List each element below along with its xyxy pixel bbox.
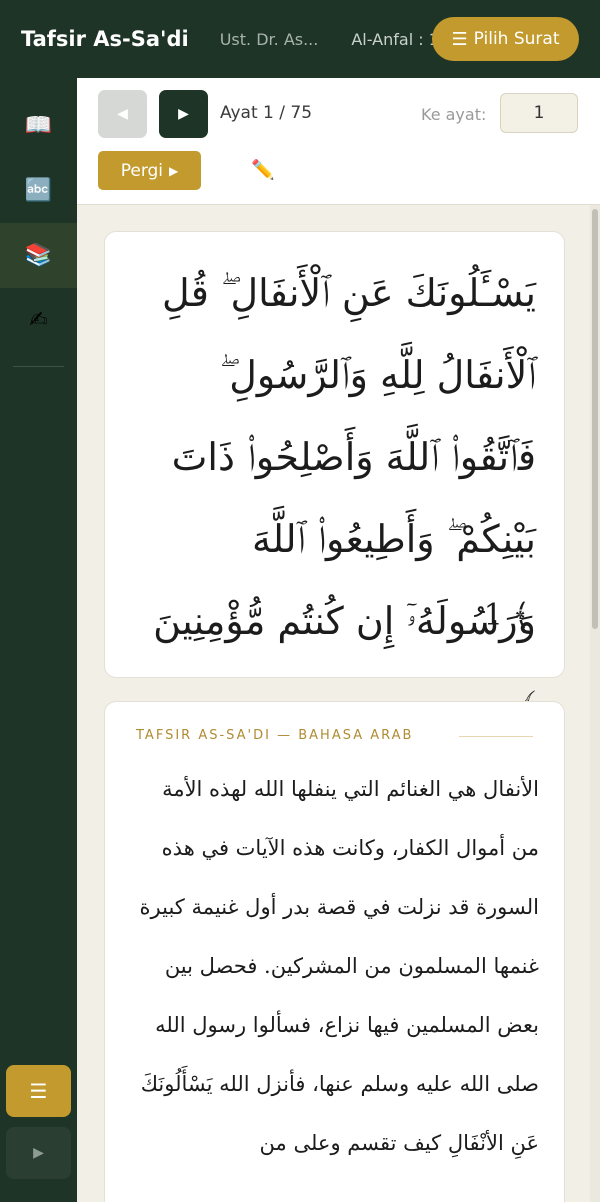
ayah-controls: ◀ ▶ Ayat 1 / 75 Ke ayat: Pergi ▶ ✏️ [77,78,600,205]
play-icon: ▶ [33,1145,44,1161]
tafsir-heading-rule [459,736,533,737]
sidebar-play-button[interactable]: ▶ [6,1127,71,1179]
tafsir-card: TAFSIR AS-SA'DI — BAHASA ARAB الأنفال هي… [104,701,565,1202]
content-scrollbar[interactable] [590,205,600,1202]
abc-icon: 🔤 [24,178,53,203]
jump-to-ayah-input[interactable] [500,93,578,133]
ayah-number: ﴾ 1 [483,598,530,633]
arrow-right-icon: ▶ [178,106,189,122]
prev-ayah-button[interactable]: ◀ [98,90,147,138]
sidebar-item-tafsir[interactable]: 📚 [0,223,77,288]
sidebar-item-notes[interactable]: ✍ [0,288,77,353]
writing-hand-icon: ✍ [29,308,48,333]
play-small-icon: ▶ [169,163,179,178]
pencil-icon[interactable]: ✏️ [251,158,275,181]
top-bar: Tafsir As-Sa'di Ust. Dr. As... Al-Anfal … [0,0,600,78]
sidebar-item-translation[interactable]: 🔤 [0,158,77,223]
go-label: Pergi [120,160,164,181]
sidebar-item-quran[interactable]: 📖 [0,93,77,158]
jump-to-ayah-label: Ke ayat: [421,105,487,124]
author-name: Ust. Dr. As... [219,29,319,49]
arrow-left-icon: ◀ [117,106,128,122]
current-surah: Al-Anfal : 1 [351,29,439,49]
sidebar-divider [13,366,64,367]
app-title: Tafsir As-Sa'di [21,27,189,51]
menu-icon: ☰ [451,28,468,50]
scrollbar-thumb[interactable] [592,209,598,629]
hamburger-icon: ☰ [29,1079,48,1103]
tafsir-heading: TAFSIR AS-SA'DI — BAHASA ARAB [136,728,414,743]
go-button[interactable]: Pergi ▶ [98,151,201,190]
pick-surah-button[interactable]: ☰ Pilih Surat [432,17,579,61]
book-icon: 📖 [24,113,53,138]
sidebar: 📖 🔤 📚 ✍ ☰ ▶ [0,78,77,1202]
ayah-counter: Ayat 1 / 75 [220,103,313,123]
sidebar-menu-button[interactable]: ☰ [6,1065,71,1117]
pick-surah-label: Pilih Surat [473,29,560,49]
ayah-card: يَسْـَٔلُونَكَ عَنِ ٱلْأَنفَالِ ۖ قُلِ ٱ… [104,231,565,725]
ayah-arabic-text: يَسْـَٔلُونَكَ عَنِ ٱلْأَنفَالِ ۖ قُلِ ٱ… [153,271,536,725]
tafsir-arabic-text: الأنفال هي الغنائم التي ينفلها الله لهذه… [139,777,539,1155]
next-ayah-button[interactable]: ▶ [159,90,208,138]
books-icon: 📚 [24,243,53,268]
